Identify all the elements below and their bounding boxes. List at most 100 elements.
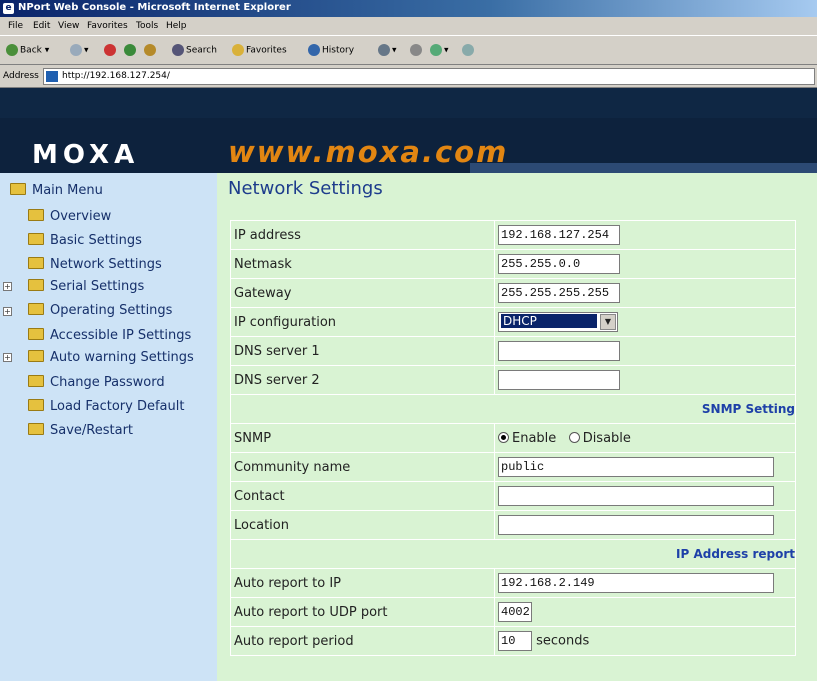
history-button[interactable]: History — [308, 44, 354, 56]
location-input[interactable] — [498, 515, 774, 535]
sidebar-item-overview[interactable]: Overview — [28, 209, 111, 224]
table-row: SNMP Enable Disable — [230, 423, 796, 453]
folder-icon — [28, 350, 44, 362]
gateway-label: Gateway — [230, 278, 495, 308]
sidebar-item-network-settings[interactable]: Network Settings — [28, 257, 162, 272]
dns-server-2-label: DNS server 2 — [230, 365, 495, 395]
sidebar-item-auto-warning-settings[interactable]: Auto warning Settings — [28, 350, 194, 365]
menu-view[interactable]: View — [58, 21, 79, 31]
auto-report-udp-port-label: Auto report to UDP port — [230, 597, 495, 627]
location-label: Location — [230, 510, 495, 540]
expand-autowarning-icon[interactable]: + — [3, 353, 12, 362]
snmp-enable-radio[interactable]: Enable — [498, 431, 556, 446]
gateway-input[interactable]: 255.255.255.255 — [498, 283, 620, 303]
menu-help[interactable]: Help — [166, 21, 187, 31]
table-row: Gateway 255.255.255.255 — [230, 278, 796, 308]
folder-open-icon — [10, 183, 26, 195]
header-top-band — [0, 88, 817, 118]
sidebar-item-accessible-ip-settings[interactable]: Accessible IP Settings — [28, 328, 191, 343]
folder-icon — [28, 423, 44, 435]
search-button[interactable]: Search — [172, 44, 217, 56]
auto-report-udp-port-input[interactable]: 4002 — [498, 602, 532, 622]
netmask-input[interactable]: 255.255.0.0 — [498, 254, 620, 274]
favorites-icon — [232, 44, 244, 56]
sidebar-item-basic-settings[interactable]: Basic Settings — [28, 233, 142, 248]
edit-button[interactable]: ▾ — [430, 44, 449, 56]
refresh-icon — [124, 44, 136, 56]
chevron-down-icon[interactable]: ▼ — [600, 314, 616, 330]
window-title: NPort Web Console - Microsoft Internet E… — [18, 2, 291, 13]
folder-icon — [28, 303, 44, 315]
page-icon — [46, 71, 58, 82]
sidebar-item-load-factory-default[interactable]: Load Factory Default — [28, 399, 184, 414]
auto-report-ip-input[interactable]: 192.168.2.149 — [498, 573, 774, 593]
browser-toolbar: Back ▾ ▾ Search Favorites History ▾ ▾ — [0, 36, 817, 65]
ie-icon: e — [3, 3, 14, 14]
menu-tools[interactable]: Tools — [136, 21, 158, 31]
back-button[interactable]: Back ▾ — [6, 44, 49, 56]
discuss-button[interactable] — [462, 44, 476, 56]
page-title: Network Settings — [228, 178, 383, 199]
address-bar: Address http://192.168.127.254/ — [0, 65, 817, 88]
print-button[interactable] — [410, 44, 424, 56]
menu-bar: File Edit View Favorites Tools Help — [0, 17, 817, 36]
folder-icon — [28, 233, 44, 245]
address-url: http://192.168.127.254/ — [62, 71, 170, 81]
sidebar-item-change-password[interactable]: Change Password — [28, 375, 165, 390]
mail-icon — [378, 44, 390, 56]
dns-server-1-input[interactable] — [498, 341, 620, 361]
table-row: Auto report to IP 192.168.2.149 — [230, 568, 796, 598]
community-name-label: Community name — [230, 452, 495, 482]
history-icon — [308, 44, 320, 56]
table-row: Auto report period 10 seconds — [230, 626, 796, 656]
section-header-row: IP Address report — [230, 539, 796, 569]
window-title-bar: e NPort Web Console - Microsoft Internet… — [0, 0, 817, 17]
contact-input[interactable] — [498, 486, 774, 506]
refresh-button[interactable] — [124, 44, 138, 56]
expand-serial-icon[interactable]: + — [3, 282, 12, 291]
home-icon — [144, 44, 156, 56]
sidebar-root-main-menu[interactable]: Main Menu — [10, 183, 103, 198]
address-input[interactable]: http://192.168.127.254/ — [43, 68, 815, 85]
table-row: Auto report to UDP port 4002 — [230, 597, 796, 627]
ip-configuration-label: IP configuration — [230, 307, 495, 337]
table-row: DNS server 2 — [230, 365, 796, 395]
sidebar-item-serial-settings[interactable]: Serial Settings — [28, 279, 144, 294]
dns-server-2-input[interactable] — [498, 370, 620, 390]
table-row: Netmask 255.255.0.0 — [230, 249, 796, 279]
sidebar-item-operating-settings[interactable]: Operating Settings — [28, 303, 172, 318]
table-row: DNS server 1 — [230, 336, 796, 366]
table-row: Contact — [230, 481, 796, 511]
table-row: Location — [230, 510, 796, 540]
snmp-label: SNMP — [230, 423, 495, 453]
ip-configuration-value: DHCP — [501, 314, 597, 328]
expand-operating-icon[interactable]: + — [3, 307, 12, 316]
menu-edit[interactable]: Edit — [33, 21, 50, 31]
folder-icon — [28, 257, 44, 269]
menu-file[interactable]: File — [8, 21, 23, 31]
folder-icon — [28, 328, 44, 340]
radio-empty-icon — [568, 431, 580, 443]
table-row: IP address 192.168.127.254 — [230, 220, 796, 250]
home-button[interactable] — [144, 44, 158, 56]
favorites-button[interactable]: Favorites — [232, 44, 287, 56]
site-link[interactable]: www.moxa.com — [228, 135, 508, 169]
auto-report-period-input[interactable]: 10 — [498, 631, 532, 651]
mail-button[interactable]: ▾ — [378, 44, 397, 56]
dns-server-1-label: DNS server 1 — [230, 336, 495, 366]
stop-icon — [104, 44, 116, 56]
ip-configuration-select[interactable]: DHCP ▼ — [498, 312, 618, 332]
forward-arrow-icon — [70, 44, 82, 56]
network-settings-table: IP address 192.168.127.254 Netmask 255.2… — [230, 220, 796, 656]
header-accent-bar — [470, 163, 817, 173]
folder-icon — [28, 279, 44, 291]
sidebar-item-save-restart[interactable]: Save/Restart — [28, 423, 133, 438]
menu-favorites[interactable]: Favorites — [87, 21, 128, 31]
section-header-row: SNMP Setting — [230, 394, 796, 424]
print-icon — [410, 44, 422, 56]
stop-button[interactable] — [104, 44, 118, 56]
ip-address-input[interactable]: 192.168.127.254 — [498, 225, 620, 245]
forward-button[interactable]: ▾ — [70, 44, 89, 56]
community-name-input[interactable]: public — [498, 457, 774, 477]
snmp-disable-radio[interactable]: Disable — [568, 431, 631, 446]
